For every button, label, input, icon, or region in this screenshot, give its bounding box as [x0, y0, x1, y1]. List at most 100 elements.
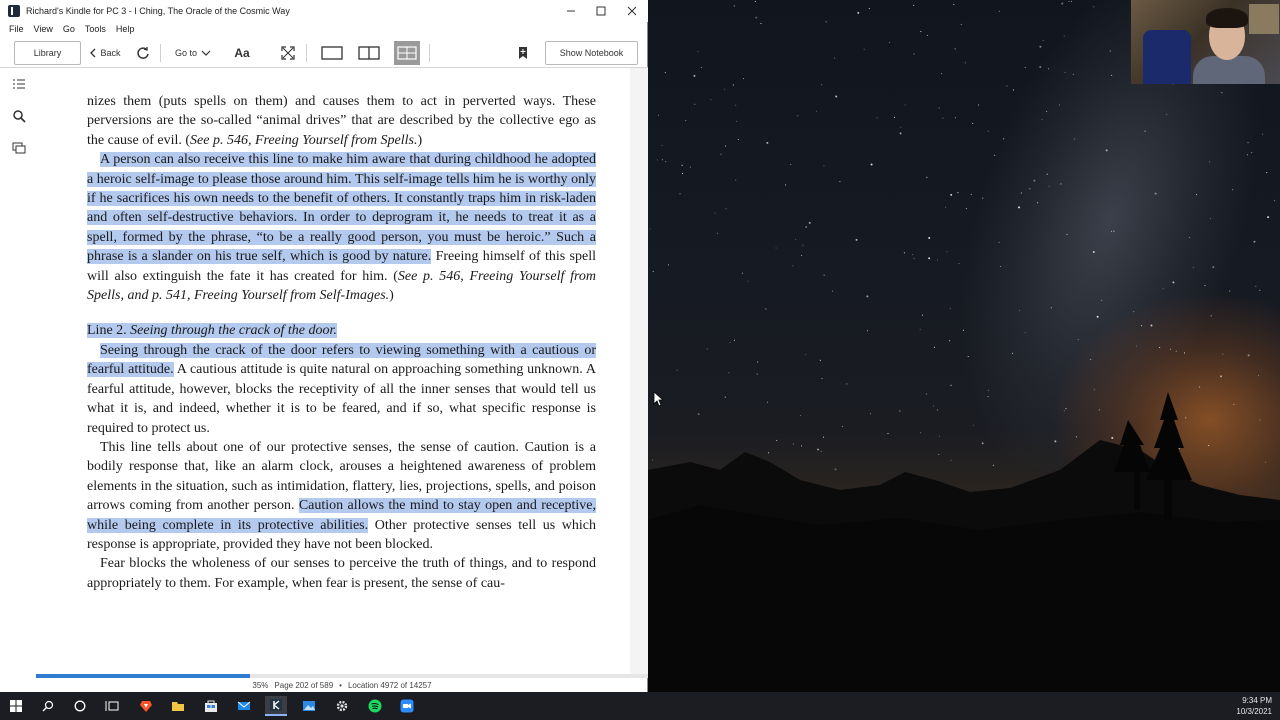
two-column-icon [358, 46, 380, 60]
line-title: Seeing through the crack of the door. [130, 323, 337, 339]
taskbar-search-button[interactable] [37, 696, 59, 716]
maximize-button[interactable] [586, 0, 616, 22]
windows-taskbar: 9:34 PM 10/3/2021 [0, 692, 1280, 720]
kindle-icon [270, 699, 282, 711]
flashcards-button[interactable] [11, 140, 27, 156]
photos-icon [303, 701, 315, 711]
search-icon [42, 700, 54, 712]
minimize-button[interactable] [556, 0, 586, 22]
menu-file[interactable]: File [9, 24, 24, 34]
sync-button[interactable] [134, 41, 152, 65]
mail-icon [237, 701, 251, 710]
table-of-contents-icon [13, 79, 25, 89]
photos-button[interactable] [298, 696, 320, 716]
start-button[interactable] [5, 696, 27, 716]
mail-button[interactable] [233, 696, 255, 716]
percent-read: 35% [252, 680, 269, 690]
folder-icon [172, 702, 184, 711]
location-indicator: Location 4972 of 14257 [347, 680, 432, 690]
file-explorer-button[interactable] [167, 696, 189, 716]
fullscreen-button[interactable] [279, 41, 297, 65]
show-notebook-button[interactable]: Show Notebook [545, 41, 638, 65]
goto-label: Go to [174, 48, 197, 58]
search-button[interactable] [11, 108, 27, 124]
text-run: ) [389, 288, 394, 304]
table-of-contents-button[interactable] [11, 76, 27, 92]
paragraph: Fear blocks the wholeness of our senses … [87, 554, 596, 593]
window-title: Richard's Kindle for PC 3 - I Ching, The… [26, 6, 290, 16]
spotify-icon [368, 699, 382, 713]
menu-tools[interactable]: Tools [85, 24, 106, 34]
back-label: Back [100, 48, 121, 58]
toolbar-divider [160, 44, 161, 62]
minimize-icon [567, 10, 575, 12]
zoom-video-icon [400, 699, 414, 713]
store-button[interactable] [200, 696, 222, 716]
search-icon [13, 110, 26, 123]
close-button[interactable] [617, 0, 647, 22]
single-column-icon [321, 46, 343, 60]
status-separator: • [339, 680, 342, 690]
cortana-button[interactable] [69, 696, 91, 716]
bookmark-icon [519, 47, 527, 59]
menu-bar: File View Go Tools Help [0, 22, 135, 36]
book-page: nizes them (puts spells on them) and cau… [87, 92, 597, 593]
cortana-icon [74, 700, 86, 712]
library-button[interactable]: Library [14, 41, 81, 65]
single-column-button[interactable] [320, 41, 344, 65]
reading-pane[interactable]: nizes them (puts spells on them) and cau… [36, 68, 630, 674]
kindle-window: Richard's Kindle for PC 3 - I Ching, The… [0, 0, 648, 692]
clock-date: 10/3/2021 [1236, 707, 1272, 716]
paragraph: A person can also receive this line to m… [87, 150, 596, 305]
right-margin [630, 68, 648, 674]
task-view-button[interactable] [101, 696, 123, 716]
highlighted-text: A person can also receive this line to m… [87, 152, 596, 265]
menu-help[interactable]: Help [116, 24, 135, 34]
sync-icon [137, 47, 149, 59]
webcam-overlay [1131, 0, 1280, 84]
paragraph: Seeing through the crack of the door ref… [87, 341, 596, 438]
toolbar-divider [306, 44, 307, 62]
close-icon [627, 6, 637, 16]
title-bar[interactable]: Richard's Kindle for PC 3 - I Ching, The… [0, 0, 648, 22]
gear-icon [336, 700, 348, 712]
text-run: Fear blocks the wholeness of our senses … [87, 556, 596, 591]
toolbar-divider [429, 44, 430, 62]
zoom-button[interactable] [396, 696, 418, 716]
goto-button[interactable]: Go to [172, 41, 214, 65]
back-button[interactable]: Back [88, 41, 122, 65]
webcam-chair [1143, 30, 1191, 84]
maximize-icon [596, 6, 606, 16]
kindle-taskbar-button[interactable] [265, 696, 287, 716]
font-settings-button[interactable]: Aa [233, 41, 251, 65]
paragraph: This line tells about one of our protect… [87, 438, 597, 554]
bookmark-button[interactable] [514, 41, 532, 65]
spotify-button[interactable] [364, 696, 386, 716]
task-view-icon [105, 701, 119, 711]
kindle-app-icon [8, 5, 20, 17]
two-column-button[interactable] [357, 41, 381, 65]
brave-browser-button[interactable] [135, 696, 157, 716]
system-clock[interactable]: 9:34 PM 10/3/2021 [1236, 695, 1272, 717]
page-flip-icon [397, 46, 417, 60]
flashcards-icon [12, 142, 26, 154]
status-bar: 35% Page 202 of 589 • Location 4972 of 1… [36, 678, 648, 692]
mouse-cursor-icon [653, 391, 663, 407]
store-bag-icon [205, 700, 217, 712]
brave-icon [140, 701, 152, 712]
chevron-down-icon [201, 50, 211, 56]
reader-toolbar: Library Back Go to Aa Show Notebook [0, 38, 648, 68]
webcam-person-shirt [1193, 56, 1265, 84]
text-run: ) [417, 132, 423, 148]
menu-go[interactable]: Go [63, 24, 75, 34]
cross-reference: See p. 546, Freeing Yourself from Spells… [190, 132, 418, 148]
line-heading: Line 2. Seeing through the crack of the … [87, 321, 596, 340]
webcam-shelf [1249, 4, 1279, 34]
fullscreen-icon [281, 46, 295, 60]
menu-view[interactable]: View [34, 24, 53, 34]
page-flip-button[interactable] [394, 41, 420, 65]
line-number: Line 2. [87, 323, 127, 339]
settings-button[interactable] [331, 696, 353, 716]
clock-time: 9:34 PM [1242, 696, 1272, 705]
